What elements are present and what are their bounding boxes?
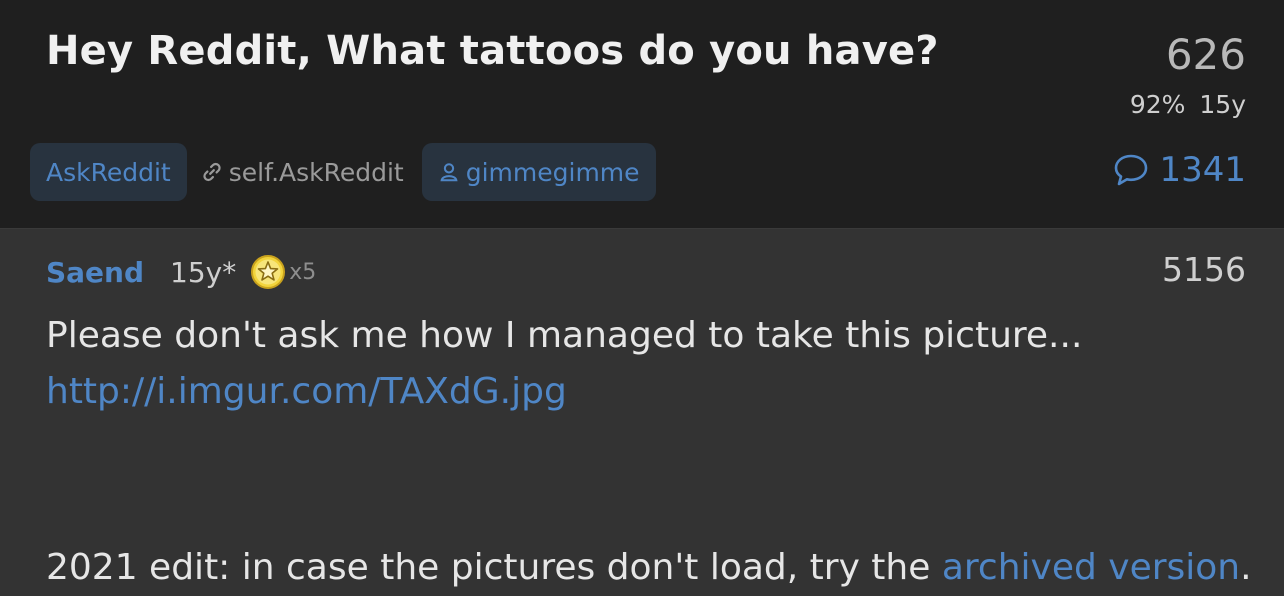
post-title[interactable]: Hey Reddit, What tattoos do you have? (46, 28, 939, 74)
comments-button[interactable]: 1341 (1113, 150, 1246, 190)
post-age: 15y (1199, 90, 1246, 119)
edit-end: . (1240, 547, 1252, 588)
image-link[interactable]: http://i.imgur.com/TAXdG.jpg (46, 371, 567, 412)
comment-age: 15y* (170, 255, 237, 289)
upvote-ratio: 92% (1129, 90, 1186, 119)
award-count: x5 (289, 259, 317, 285)
post-chips: AskReddit self.AskReddit gimmegimme (30, 143, 656, 201)
link-icon (203, 162, 221, 182)
comment-score: 5156 (1162, 250, 1246, 289)
subreddit-chip[interactable]: AskReddit (30, 143, 187, 201)
author-chip[interactable]: gimmegimme (421, 143, 656, 201)
comment-text: Please don't ask me how I managed to tak… (46, 315, 1083, 356)
user-icon (440, 163, 458, 182)
comment-bubble-icon (1115, 154, 1148, 186)
post-score: 626 (1165, 30, 1246, 79)
edit-text: 2021 edit: in case the pictures don't lo… (46, 547, 942, 588)
edit-note: 2021 edit: in case the pictures don't lo… (46, 540, 1252, 596)
author-name: gimmegimme (465, 157, 640, 187)
post-header: Hey Reddit, What tattoos do you have? 62… (0, 0, 1284, 229)
comment-meta: Saend 15y* x5 (46, 250, 1246, 294)
comment: Saend 15y* x5 5156 Please don't ask me h… (46, 250, 1252, 588)
domain-label[interactable]: self.AskReddit (201, 158, 404, 187)
comment-count: 1341 (1159, 150, 1246, 190)
archived-version-link[interactable]: archived version (942, 547, 1240, 588)
comment-author[interactable]: Saend (46, 256, 144, 289)
award-star-icon (251, 255, 286, 289)
post-meta: 92% 15y (1130, 90, 1246, 119)
award-badge[interactable]: x5 (250, 254, 316, 290)
domain-text: self.AskReddit (228, 157, 404, 187)
comment-body: Please don't ask me how I managed to tak… (46, 308, 1206, 420)
